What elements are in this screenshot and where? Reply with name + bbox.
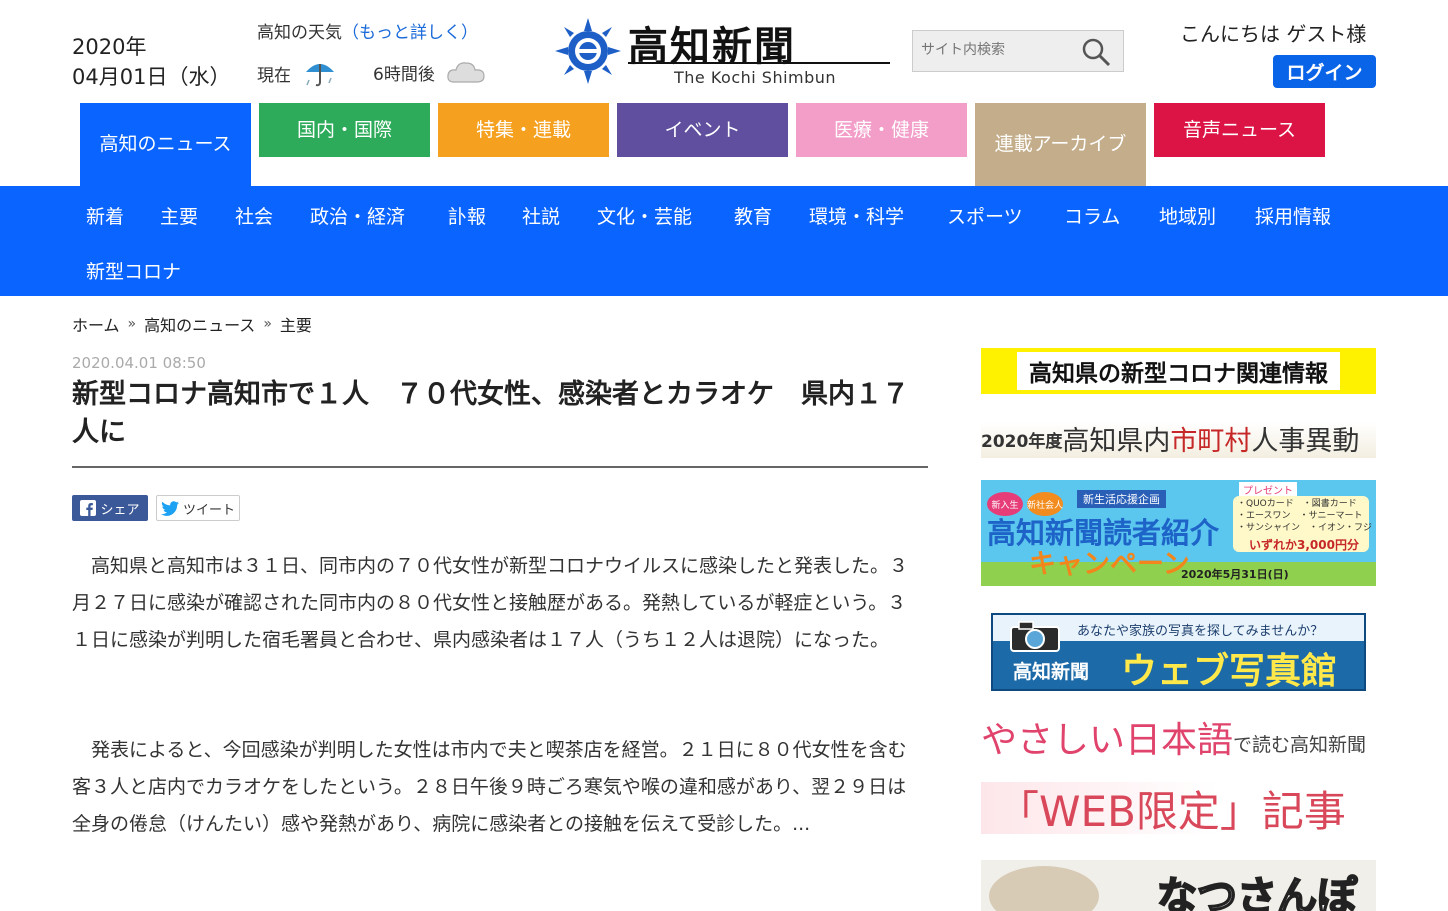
tab-features[interactable]: 特集・連載 bbox=[438, 103, 609, 157]
natsu-sanpo-banner[interactable]: なつさんぽ bbox=[981, 860, 1376, 911]
sub-navigation: 新着 主要 社会 政治・経済 訃報 社説 文化・芸能 教育 環境・科学 スポーツ… bbox=[0, 186, 1448, 296]
weather-more-link[interactable]: （もっと詳しく） bbox=[342, 23, 478, 43]
facebook-icon bbox=[80, 500, 97, 516]
facebook-share-button[interactable]: シェア bbox=[72, 495, 148, 521]
article-paragraph: 発表によると、今回感染が判明した女性は市内で夫と喫茶店を経営。２１日に８０代女性… bbox=[72, 739, 907, 835]
web-exclusive-banner[interactable]: 「WEB限定」記事 bbox=[981, 782, 1376, 834]
logo-underline bbox=[628, 62, 890, 64]
twitter-bird-icon bbox=[160, 500, 179, 516]
subnav-education[interactable]: 教育 bbox=[734, 202, 772, 229]
subnav-editorial[interactable]: 社説 bbox=[522, 202, 560, 229]
article-paragraph: 高知県と高知市は３１日、同市内の７０代女性が新型コロナウイルスに感染したと発表し… bbox=[72, 555, 909, 651]
subnav-politics-economy[interactable]: 政治・経済 bbox=[310, 202, 405, 229]
breadcrumb-separator: » bbox=[263, 316, 272, 332]
logo-english: The Kochi Shimbun bbox=[674, 68, 837, 87]
search-input[interactable] bbox=[913, 31, 1079, 69]
subnav-society[interactable]: 社会 bbox=[235, 202, 273, 229]
current-date: 2020年 04月01日（水） bbox=[72, 35, 231, 89]
subnav-obituaries[interactable]: 訃報 bbox=[448, 202, 486, 229]
login-button[interactable]: ログイン bbox=[1273, 55, 1376, 88]
breadcrumb-main[interactable]: 主要 bbox=[280, 312, 312, 336]
subnav-environment-science[interactable]: 環境・科学 bbox=[809, 202, 904, 229]
tab-medical-health[interactable]: 医療・健康 bbox=[796, 103, 967, 157]
umbrella-icon bbox=[306, 64, 334, 87]
search-icon[interactable] bbox=[1081, 37, 1111, 67]
covid-info-banner[interactable]: 高知県の新型コロナ関連情報 bbox=[981, 348, 1376, 394]
subnav-columns[interactable]: コラム bbox=[1064, 202, 1120, 229]
cloud-icon bbox=[447, 62, 485, 83]
tab-domestic-international[interactable]: 国内・国際 bbox=[259, 103, 430, 157]
greeting: こんにちは ゲスト様 bbox=[1180, 22, 1367, 46]
camera-icon bbox=[1010, 621, 1060, 652]
article-title: 新型コロナ高知市で１人 ７０代女性、感染者とカラオケ 県内１７人に bbox=[72, 379, 909, 448]
title-divider bbox=[72, 466, 928, 468]
subnav-sports[interactable]: スポーツ bbox=[947, 202, 1023, 229]
easy-japanese-banner[interactable]: やさしい日本語 で読む高知新聞 bbox=[981, 713, 1376, 763]
twitter-tweet-button[interactable]: ツイート bbox=[156, 495, 240, 521]
web-photo-gallery-banner[interactable]: あなたや家族の写真を探してみませんか？ 高知新聞 ウェブ写真館 bbox=[991, 613, 1366, 691]
weather-now: 現在 bbox=[257, 58, 337, 88]
subnav-recruitment[interactable]: 採用情報 bbox=[1255, 202, 1331, 229]
tab-kochi-news[interactable]: 高知のニュース bbox=[80, 103, 251, 186]
weather-title: 高知の天気（もっと詳しく） bbox=[257, 23, 478, 43]
tab-events[interactable]: イベント bbox=[617, 103, 788, 157]
subnav-main[interactable]: 主要 bbox=[160, 202, 198, 229]
tab-series-archive[interactable]: 連載アーカイブ bbox=[975, 103, 1146, 186]
subnav-latest[interactable]: 新着 bbox=[86, 202, 124, 229]
breadcrumb: ホーム » 高知のニュース » 主要 bbox=[72, 312, 312, 336]
sun-emblem-icon bbox=[555, 18, 621, 84]
breadcrumb-home[interactable]: ホーム bbox=[72, 312, 120, 336]
weather-later: 6時間後 bbox=[373, 58, 487, 86]
breadcrumb-kochi-news[interactable]: 高知のニュース bbox=[144, 312, 255, 336]
personnel-changes-banner[interactable]: 2020年度 高知県内 市町村 人事異動 bbox=[981, 418, 1376, 458]
article-timestamp: 2020.04.01 08:50 bbox=[72, 354, 206, 372]
reader-referral-campaign-banner[interactable]: 新入生 新社会人 新生活応援企画 高知新聞読者紹介 キャンペーン プレゼント ・… bbox=[981, 480, 1376, 586]
subnav-culture[interactable]: 文化・芸能 bbox=[597, 202, 692, 229]
subnav-coronavirus[interactable]: 新型コロナ bbox=[86, 257, 181, 284]
tab-audio-news[interactable]: 音声ニュース bbox=[1154, 103, 1325, 157]
subnav-regions[interactable]: 地域別 bbox=[1159, 202, 1216, 229]
breadcrumb-separator: » bbox=[127, 316, 137, 332]
site-search bbox=[912, 30, 1124, 72]
